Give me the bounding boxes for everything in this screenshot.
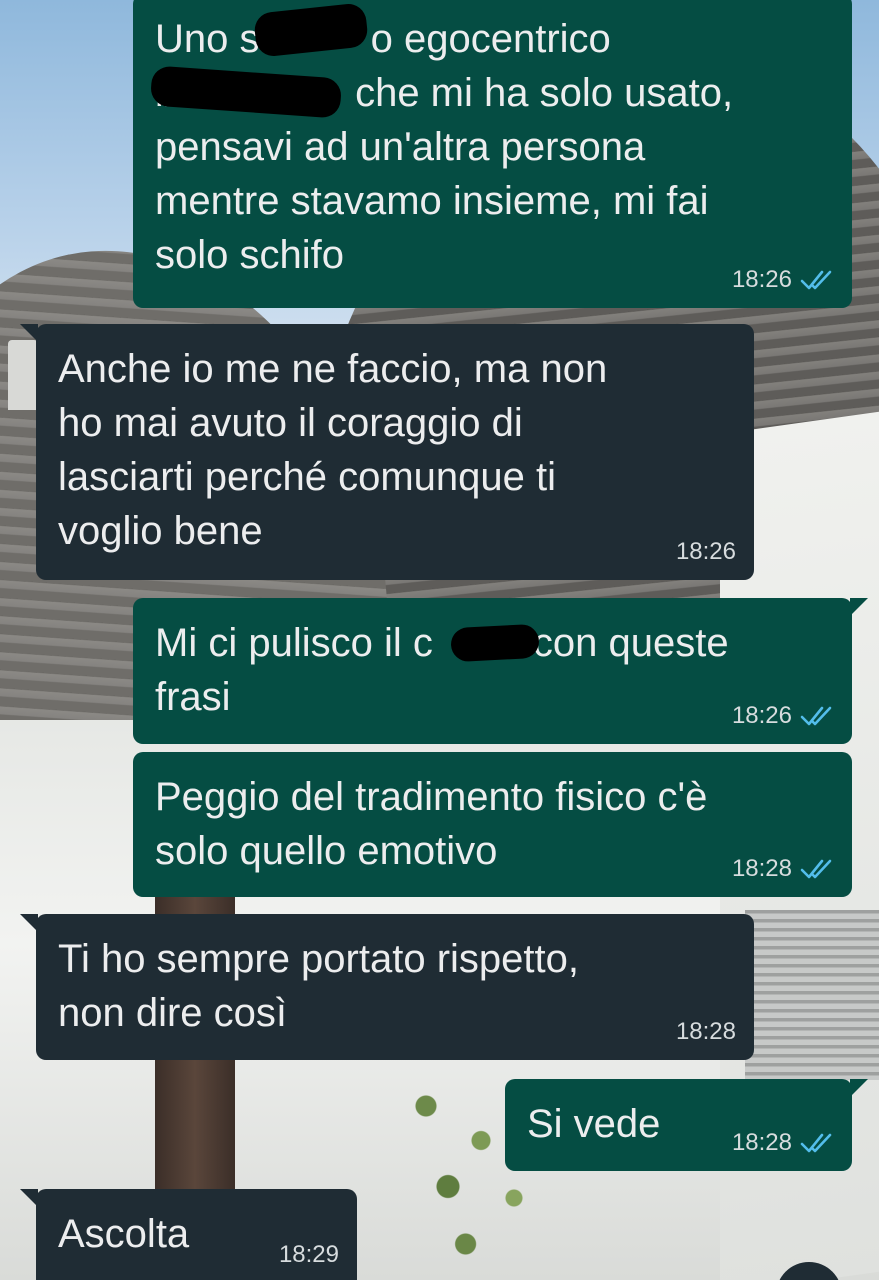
double-check-icon	[800, 1133, 832, 1153]
message-meta: 18:28	[732, 855, 834, 883]
message-incoming[interactable]: Anche io me ne faccio, ma non ho mai avu…	[20, 324, 754, 580]
bubble-tail	[850, 1079, 868, 1097]
message-meta: 18:26	[732, 266, 834, 294]
wallpaper-shutter	[745, 910, 879, 1080]
message-meta: 18:26	[676, 538, 736, 566]
message-text: Uno st o egocentrico ba che mi ha solo u…	[155, 17, 734, 277]
message-time: 18:28	[731, 1129, 792, 1156]
message-meta: 18:28	[676, 1018, 736, 1046]
bubble-tail	[20, 324, 38, 342]
message-time: 18:28	[731, 855, 792, 882]
bubble-tail	[20, 1189, 38, 1207]
message-outgoing[interactable]: Mi ci pulisco il c o con queste frasi 18…	[133, 598, 868, 744]
chat-screen: Uno st o egocentrico ba che mi ha solo u…	[0, 0, 879, 1280]
message-outgoing[interactable]: Peggio del tradimento fisico c'è solo qu…	[133, 752, 852, 897]
message-text: Ti ho sempre portato rispetto, non dire …	[58, 937, 579, 1035]
message-text: Peggio del tradimento fisico c'è solo qu…	[155, 775, 708, 873]
bubble-tail	[20, 914, 38, 932]
message-time: 18:26	[675, 538, 736, 565]
redaction-scribble	[450, 623, 540, 663]
message-meta: 18:26	[732, 702, 834, 730]
message-incoming[interactable]: Ascolta 18:29	[20, 1189, 357, 1280]
message-time: 18:28	[675, 1018, 736, 1045]
message-incoming[interactable]: Ti ho sempre portato rispetto, non dire …	[20, 914, 754, 1060]
message-meta: 18:29	[279, 1241, 339, 1269]
message-time: 18:29	[278, 1241, 339, 1268]
bubble-tail	[850, 598, 868, 616]
message-text: Anche io me ne faccio, ma non ho mai avu…	[58, 347, 608, 553]
message-outgoing[interactable]: Uno st o egocentrico ba che mi ha solo u…	[133, 0, 852, 308]
message-meta: 18:28	[732, 1129, 834, 1157]
double-check-icon	[800, 706, 832, 726]
double-check-icon	[800, 859, 832, 879]
message-time: 18:26	[731, 266, 792, 293]
wallpaper-chimney	[8, 340, 38, 410]
message-outgoing[interactable]: Si vede 18:28	[505, 1079, 868, 1171]
double-check-icon	[800, 270, 832, 290]
message-time: 18:26	[731, 702, 792, 729]
